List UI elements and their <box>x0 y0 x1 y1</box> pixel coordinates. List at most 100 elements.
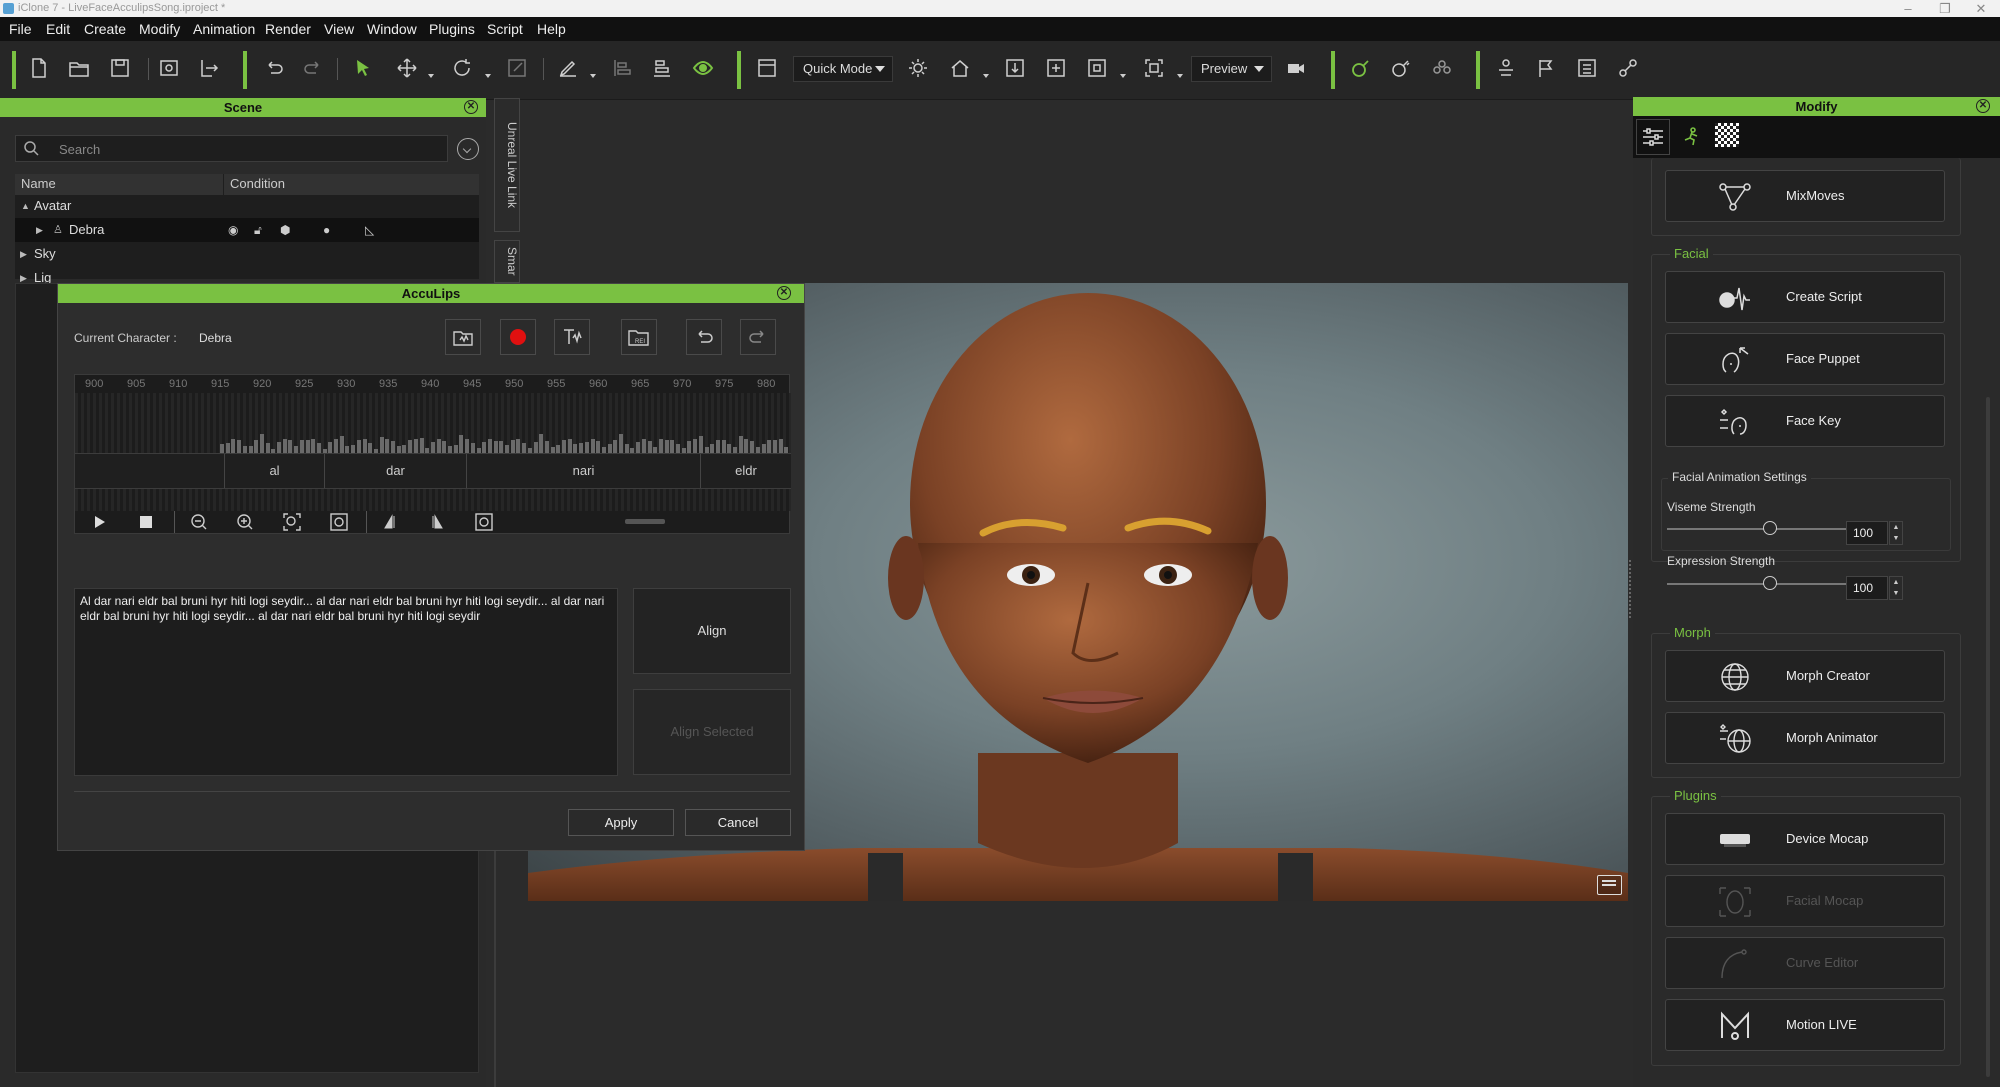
cube-icon[interactable]: ⬢ <box>280 218 290 242</box>
character-pose-icon[interactable] <box>1346 53 1376 83</box>
visibility-eye-icon[interactable] <box>688 53 718 83</box>
text-to-speech-icon[interactable] <box>554 319 590 355</box>
redo-icon[interactable] <box>298 53 328 83</box>
home-icon[interactable] <box>945 53 975 83</box>
face-key-button[interactable]: Face Key <box>1665 395 1945 447</box>
previous-marker-icon[interactable] <box>376 508 404 536</box>
slider-knob[interactable] <box>1763 521 1777 535</box>
minimize-icon[interactable]: – <box>1893 0 1923 17</box>
material-icon[interactable]: ◺ <box>365 218 374 242</box>
center-icon[interactable] <box>1041 53 1071 83</box>
menu-script[interactable]: Script <box>487 21 523 37</box>
loop-icon[interactable] <box>470 508 498 536</box>
expression-spinner-icon[interactable]: ▲ ▼ <box>1889 576 1903 600</box>
viseme-strength-slider[interactable] <box>1667 521 1873 537</box>
tree-row-debra[interactable]: ▶ ♙ Debra ◉ 🔓︎ ⬢ ● ◺ <box>15 218 479 242</box>
align-button[interactable]: Align <box>633 588 791 674</box>
close-icon[interactable]: ✕ <box>1976 99 1990 113</box>
tree-row-sky[interactable]: ▶ Sky <box>15 242 479 266</box>
facial-mocap-button[interactable]: Facial Mocap <box>1665 875 1945 927</box>
move-icon[interactable] <box>392 53 422 83</box>
camera-icon[interactable] <box>1281 53 1311 83</box>
motion-icon[interactable] <box>1386 53 1416 83</box>
modify-scrollbar[interactable] <box>1986 397 1990 1077</box>
flag-icon[interactable] <box>1531 53 1561 83</box>
open-folder-icon[interactable] <box>64 53 94 83</box>
expression-strength-slider[interactable] <box>1667 576 1873 592</box>
settings-person-icon[interactable] <box>1491 53 1521 83</box>
lock-icon[interactable]: 🔓︎ <box>254 218 262 242</box>
fit-view-icon[interactable] <box>1139 53 1169 83</box>
collapse-arrow-icon[interactable]: ▲ <box>21 194 30 218</box>
next-marker-icon[interactable] <box>423 508 451 536</box>
chat-bubble-icon[interactable] <box>1597 875 1622 895</box>
cancel-button[interactable]: Cancel <box>685 809 791 836</box>
timeline-scrollbar[interactable] <box>625 519 665 524</box>
tab-unreal-live-link[interactable]: Unreal Live Link <box>494 98 520 232</box>
align-icon[interactable] <box>607 53 637 83</box>
rotate-dropdown-icon[interactable] <box>485 74 491 78</box>
expand-arrow-icon[interactable]: ▶ <box>36 218 43 242</box>
select-arrow-icon[interactable] <box>348 53 378 83</box>
snap-icon[interactable] <box>1082 53 1112 83</box>
record-button[interactable] <box>500 319 536 355</box>
undo-icon[interactable] <box>259 53 289 83</box>
tab-attributes-sliders-icon[interactable] <box>1636 119 1670 155</box>
align-selected-button[interactable]: Align Selected <box>633 689 791 775</box>
load-audio-icon[interactable] <box>445 319 481 355</box>
menu-file[interactable]: File <box>9 21 32 37</box>
menu-animation[interactable]: Animation <box>193 21 255 37</box>
tab-material-checker-icon[interactable] <box>1715 123 1739 147</box>
menu-help[interactable]: Help <box>537 21 566 37</box>
expression-strength-input[interactable]: 100 <box>1846 576 1888 600</box>
drop-to-floor-icon[interactable] <box>1000 53 1030 83</box>
column-header-name[interactable]: Name <box>15 174 223 195</box>
tab-smart[interactable]: Smar <box>494 240 520 283</box>
menu-view[interactable]: View <box>324 21 354 37</box>
menu-modify[interactable]: Modify <box>139 21 180 37</box>
redo-icon[interactable] <box>740 319 776 355</box>
home-dropdown-icon[interactable] <box>983 74 989 78</box>
close-icon[interactable]: ✕ <box>464 100 478 114</box>
word-block[interactable]: al <box>225 454 325 488</box>
morph-creator-button[interactable]: Morph Creator <box>1665 650 1945 702</box>
menu-render[interactable]: Render <box>265 21 311 37</box>
stop-icon[interactable] <box>132 508 160 536</box>
fit-dropdown-icon[interactable] <box>1177 74 1183 78</box>
curve-editor-button[interactable]: Curve Editor <box>1665 937 1945 989</box>
load-rei-icon[interactable]: REI <box>621 319 657 355</box>
morph-animator-button[interactable]: Morph Animator <box>1665 712 1945 764</box>
viseme-spinner-icon[interactable]: ▲ ▼ <box>1889 521 1903 545</box>
preview-select[interactable]: Preview <box>1191 56 1272 82</box>
close-window-icon[interactable]: ✕ <box>1966 0 1996 17</box>
edit-dropdown-icon[interactable] <box>590 74 596 78</box>
search-input[interactable]: Search <box>15 135 448 162</box>
menu-window[interactable]: Window <box>367 21 417 37</box>
zoom-fit-icon[interactable] <box>278 508 306 536</box>
mode-select[interactable]: Quick Mode <box>793 56 893 82</box>
tree-row-avatar[interactable]: ▲ Avatar <box>15 194 479 218</box>
edit-tool-icon[interactable] <box>553 53 583 83</box>
apply-button[interactable]: Apply <box>568 809 674 836</box>
maximize-icon[interactable]: ❐ <box>1930 0 1960 17</box>
slider-knob[interactable] <box>1763 576 1777 590</box>
new-file-icon[interactable] <box>24 53 54 83</box>
visible-eye-icon[interactable]: ◉ <box>228 218 238 242</box>
column-header-condition[interactable]: Condition <box>224 174 479 195</box>
crowd-icon[interactable] <box>1427 53 1457 83</box>
device-mocap-button[interactable]: Device Mocap <box>1665 813 1945 865</box>
connect-icon[interactable] <box>1613 53 1643 83</box>
tab-animation-icon[interactable] <box>1675 119 1709 155</box>
import-icon[interactable] <box>154 53 184 83</box>
shadow-icon[interactable]: ● <box>323 218 330 242</box>
word-block[interactable]: dar <box>325 454 467 488</box>
panel-resize-handle[interactable] <box>1629 560 1631 620</box>
viseme-strength-input[interactable]: 100 <box>1846 521 1888 545</box>
checklist-icon[interactable] <box>1572 53 1602 83</box>
zoom-selection-icon[interactable] <box>325 508 353 536</box>
mixmoves-button[interactable]: MixMoves <box>1665 170 1945 222</box>
rotate-icon[interactable] <box>447 53 477 83</box>
menu-plugins[interactable]: Plugins <box>429 21 475 37</box>
motion-live-button[interactable]: Motion LIVE <box>1665 999 1945 1051</box>
snap-dropdown-icon[interactable] <box>1120 74 1126 78</box>
